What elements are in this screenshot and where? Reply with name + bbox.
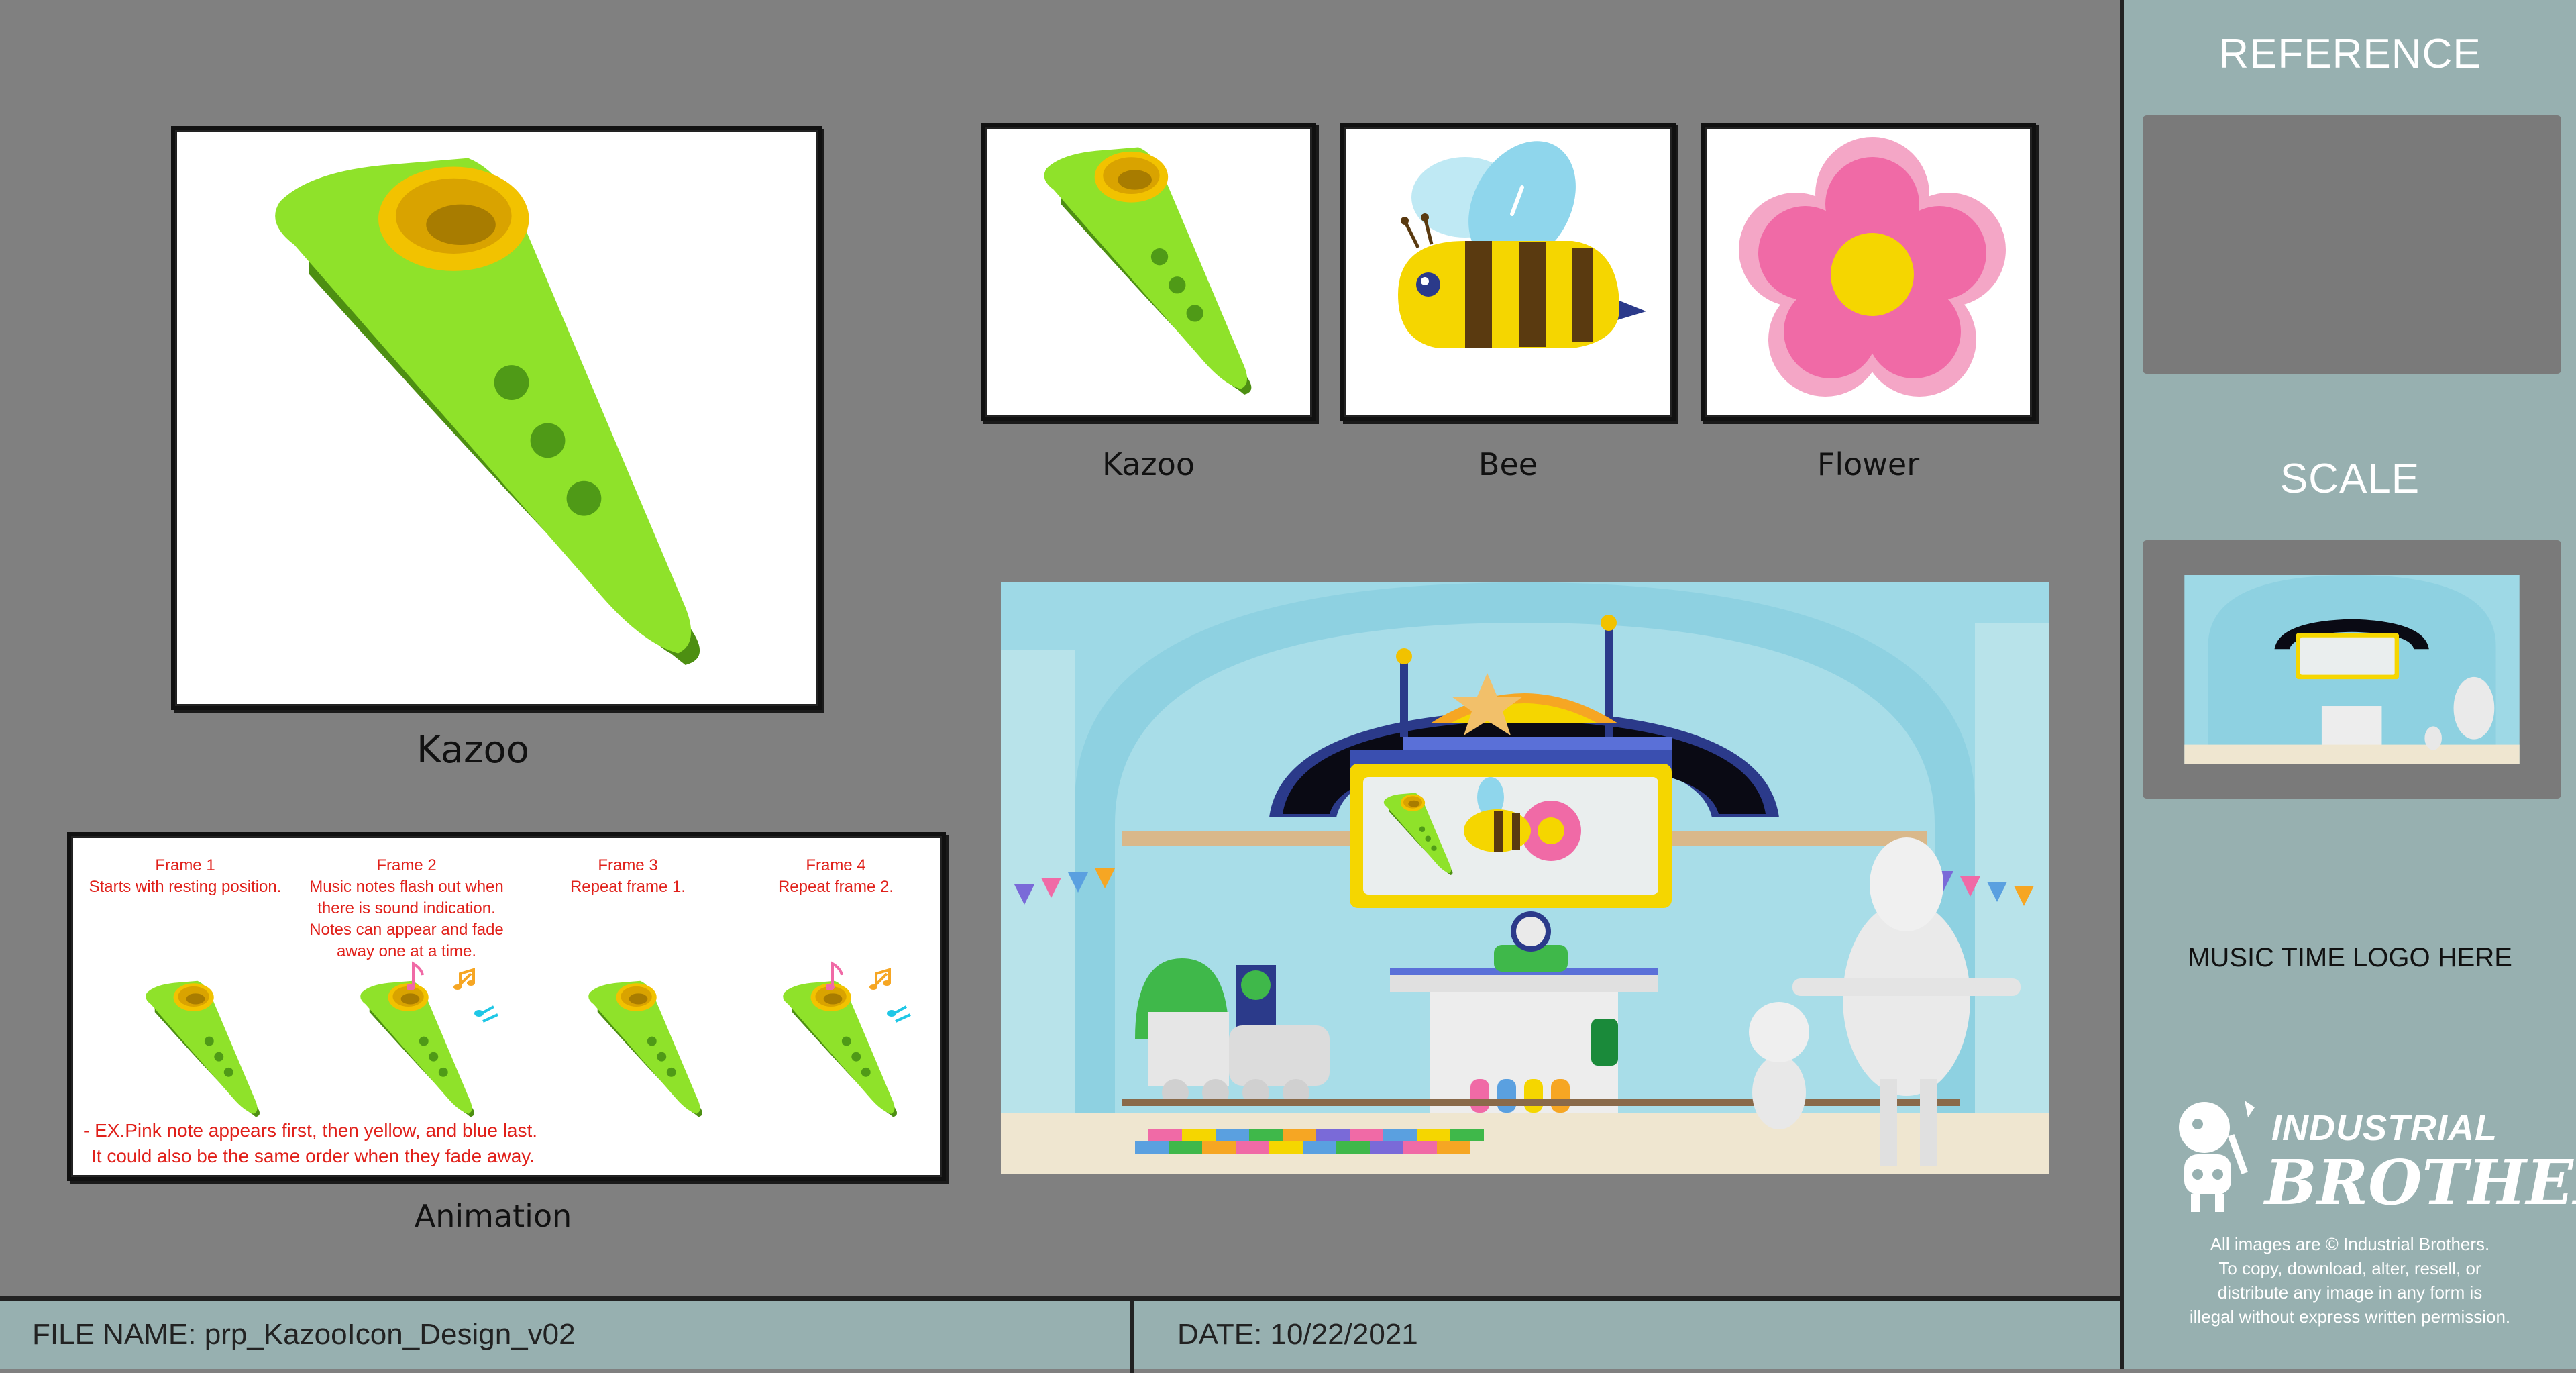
music-note-pink-icon [826, 962, 843, 992]
animation-label: Animation [414, 1198, 572, 1234]
icon-frame-flower [1701, 123, 2036, 421]
frame-1-caption: Frame 1 Starts with resting position. [89, 856, 282, 896]
animation-frame: Frame 1 Starts with resting position. Fr… [67, 832, 946, 1181]
date-label: DATE: [1177, 1318, 1263, 1351]
file-name-label: FILE NAME: [32, 1318, 197, 1351]
animation-note-line-1: - EX.Pink note appears first, then yello… [83, 1120, 538, 1141]
logo-placeholder: MUSIC TIME LOGO HERE [2188, 943, 2512, 972]
icon-label-kazoo: Kazoo [1102, 446, 1195, 482]
reference-title: REFERENCE [2218, 31, 2481, 77]
music-note-orange-icon [453, 968, 476, 991]
kazoo-icon [1044, 147, 1252, 395]
footer-bar: FILE NAME: prp_KazooIcon_Design_v02 DATE… [0, 1296, 2120, 1373]
scale-thumbnail [2184, 575, 2520, 764]
scale-title: SCALE [2279, 456, 2420, 502]
frame-2-caption: Frame 2 Music notes flash out when there… [309, 856, 504, 960]
flower-icon [1739, 137, 2006, 397]
brand-line-1: INDUSTRIAL [2271, 1108, 2498, 1148]
file-name-field: FILE NAME: prp_KazooIcon_Design_v02 [32, 1318, 576, 1352]
icon-frame-bee [1340, 123, 1676, 421]
kazoo-icon [588, 980, 703, 1117]
icon-label-flower: Flower [1817, 446, 1920, 482]
reference-box [2143, 115, 2561, 374]
hero-kazoo-label: Kazoo [417, 728, 529, 772]
music-note-orange-icon [869, 968, 892, 991]
robot-mascot-icon [2179, 1101, 2255, 1212]
hero-kazoo-frame [171, 126, 822, 710]
industrial-brothers-logo: INDUSTRIAL BROTHERS [2171, 1087, 2576, 1221]
icon-label-bee: Bee [1478, 446, 1538, 482]
footer-divider [1130, 1301, 1134, 1373]
scale-box [2143, 540, 2561, 799]
set-render [1001, 582, 2049, 1174]
music-note-pink-icon [407, 962, 424, 992]
kazoo-icon [275, 158, 700, 665]
frame-3-caption: Frame 3 Repeat frame 1. [570, 856, 686, 896]
icon-frame-kazoo [981, 123, 1316, 421]
bee-icon [1398, 141, 1646, 348]
date-value: 10/22/2021 [1270, 1318, 1418, 1351]
animation-note-line-2: It could also be the same order when the… [91, 1146, 535, 1166]
frame-4-caption: Frame 4 Repeat frame 2. [777, 856, 894, 896]
file-name-value: prp_KazooIcon_Design_v02 [204, 1318, 576, 1351]
set-render-art [1001, 582, 2049, 1174]
music-note-blue-icon [886, 1005, 912, 1023]
date-field: DATE: 10/22/2021 [1177, 1318, 1418, 1352]
brand-line-2: BROTHERS [2265, 1146, 2576, 1219]
sidebar-panel: REFERENCE SCALE MUSIC TIME LOGO HERE IND… [2120, 0, 2576, 1369]
music-note-blue-icon [474, 1005, 499, 1023]
copyright-text: All images are © Industrial Brothers. To… [2189, 1234, 2511, 1327]
kazoo-icon [146, 980, 260, 1117]
